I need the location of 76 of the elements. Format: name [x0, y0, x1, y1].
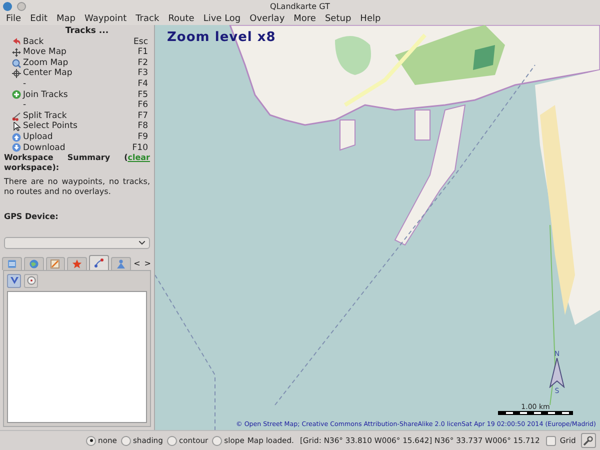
item-list[interactable] [7, 290, 147, 423]
upload-icon [12, 132, 21, 142]
radio-button[interactable] [212, 436, 222, 446]
shortcut-key: F4 [138, 78, 150, 90]
shortcut-key: F1 [138, 47, 150, 58]
toolbar-toggle[interactable] [24, 274, 38, 288]
tool-item[interactable]: Split Track [23, 110, 138, 122]
workspace-heading: Workspace Summary (clear workspace): [4, 153, 150, 172]
zoom-level-label: Zoom level x8 [167, 30, 276, 45]
shortcut-key: Esc [134, 36, 150, 48]
menu-item[interactable]: Setup [324, 14, 352, 24]
shortcut-key: F6 [138, 100, 150, 111]
toolbar-toggle[interactable] [7, 274, 21, 288]
menu-item[interactable]: File [6, 14, 22, 24]
menu-item[interactable]: More [294, 14, 316, 24]
tab-scroll-button[interactable]: < [132, 256, 142, 270]
shortcut-key: F2 [138, 58, 150, 68]
menu-item[interactable]: Overlay [250, 14, 285, 24]
move-arrows-icon [12, 48, 21, 57]
download-icon [12, 143, 21, 152]
checkmark-icon [10, 276, 18, 285]
plus-icon [12, 90, 21, 100]
settings-button[interactable] [580, 433, 596, 448]
image-icon [50, 258, 60, 268]
back-arrow-icon [12, 37, 21, 46]
route-icon [94, 258, 104, 268]
menu-item[interactable]: Track [136, 14, 160, 24]
menu-item[interactable]: Edit [30, 14, 48, 24]
panel-tab[interactable] [2, 256, 22, 270]
panel-title: Tracks ... [64, 26, 110, 37]
chevron-down-icon [139, 240, 145, 244]
tool-item[interactable]: - [23, 100, 138, 111]
window-title: QLandkarte GT [270, 2, 330, 12]
tool-item[interactable]: Center Map [23, 68, 138, 79]
menu-item[interactable]: Route [168, 14, 194, 24]
panel-tab[interactable] [89, 254, 109, 270]
radio-button[interactable] [86, 436, 96, 446]
app-icon [3, 2, 12, 11]
shortcut-key: F7 [138, 110, 150, 122]
panel-tab[interactable] [46, 256, 66, 270]
radio-button[interactable] [166, 436, 177, 446]
tool-item[interactable]: Upload [23, 132, 138, 143]
menu-item[interactable]: Waypoint [84, 14, 127, 24]
crosshair-icon [12, 69, 21, 78]
menu-item[interactable]: Help [360, 14, 381, 24]
shortcut-key: F3 [138, 68, 150, 79]
panel-tab[interactable] [24, 256, 44, 270]
dial-icon [26, 276, 36, 285]
pointer-icon [12, 122, 21, 132]
list-icon [6, 258, 17, 268]
person-icon [116, 258, 126, 268]
tool-item[interactable]: Back [23, 36, 134, 48]
tool-item[interactable]: Join Tracks [23, 90, 138, 100]
tool-item[interactable]: Zoom Map [23, 58, 138, 68]
tool-item[interactable]: Select Points [23, 121, 138, 132]
panel-tab[interactable] [67, 256, 88, 270]
tool-item[interactable]: Move Map [23, 47, 138, 58]
shortcut-key: F8 [138, 121, 150, 132]
window-menu-button[interactable] [17, 2, 26, 11]
shortcut-key: F9 [138, 132, 150, 143]
menu-item[interactable]: Map [56, 14, 76, 24]
shortcut-key: F10 [132, 142, 150, 154]
panel-tab[interactable] [110, 256, 131, 270]
star-icon [72, 258, 82, 268]
radio-button[interactable] [120, 436, 131, 446]
tab-scroll-button[interactable]: > [143, 256, 152, 270]
gps-device-dropdown[interactable] [4, 236, 150, 248]
tool-item[interactable]: Download [23, 142, 132, 154]
shortcut-key: F5 [138, 90, 150, 100]
workspace-summary: There are no waypoints, no tracks, no routes and no overlays. [4, 177, 150, 196]
magnifier-icon [12, 58, 21, 68]
tool-item[interactable]: - [23, 78, 138, 90]
menu-item[interactable]: Live Log [203, 14, 241, 24]
gps-device-label: GPS Device: [4, 212, 60, 222]
grid-checkbox[interactable] [546, 436, 556, 446]
globe-icon [28, 258, 39, 268]
